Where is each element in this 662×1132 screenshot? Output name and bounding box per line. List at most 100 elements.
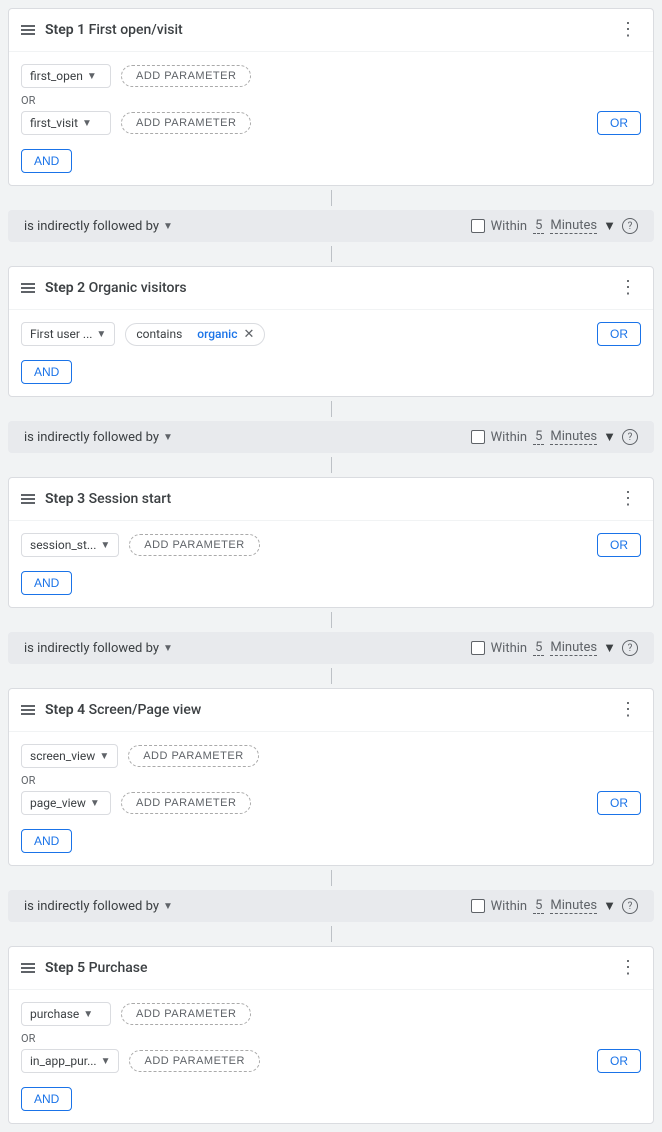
chevron-icon: ▼ <box>82 118 92 129</box>
chevron-unit-2: ▼ <box>603 429 616 445</box>
event-col-first-open: first_open ▼ ADD PARAMETER <box>21 64 641 88</box>
step-3-menu[interactable]: ⋮ <box>615 488 641 510</box>
first-open-dropdown[interactable]: first_open ▼ <box>21 64 111 88</box>
step-2-title: Step 2 Organic visitors <box>45 280 615 296</box>
line-2b <box>331 457 332 473</box>
add-param-btn-purchase[interactable]: ADD PARAMETER <box>121 1003 251 1025</box>
within-section-1: Within 5 Minutes ▼ ? <box>471 218 638 234</box>
event-row-purchase: purchase ▼ ADD PARAMETER <box>21 1002 641 1026</box>
connector-dropdown-3[interactable]: is indirectly followed by ▼ <box>24 641 173 656</box>
connector-dropdown-4[interactable]: is indirectly followed by ▼ <box>24 899 173 914</box>
chevron-connector-1: ▼ <box>163 221 173 232</box>
chevron-connector-3: ▼ <box>163 643 173 654</box>
chevron-icon: ▼ <box>96 329 106 340</box>
step-4-title: Step 4 Screen/Page view <box>45 702 615 718</box>
purchase-dropdown[interactable]: purchase ▼ <box>21 1002 111 1026</box>
help-icon-1[interactable]: ? <box>622 218 638 234</box>
or-button-step5[interactable]: OR <box>597 1049 641 1073</box>
event-col-screen-view: screen_view ▼ ADD PARAMETER <box>21 744 641 768</box>
and-button-step2[interactable]: AND <box>21 360 72 384</box>
event-row-first-user: First user ... ▼ contains organic ✕ OR <box>21 322 641 346</box>
help-icon-3[interactable]: ? <box>622 640 638 656</box>
step-3-header: Step 3 Session start ⋮ <box>9 478 653 521</box>
connector-dropdown-1[interactable]: is indirectly followed by ▼ <box>24 219 173 234</box>
first-user-dropdown[interactable]: First user ... ▼ <box>21 322 115 346</box>
drag-handle-step5[interactable] <box>21 963 35 973</box>
or-label-5: OR <box>21 1032 641 1045</box>
step-2-header: Step 2 Organic visitors ⋮ <box>9 267 653 310</box>
within-checkbox-1[interactable] <box>471 219 485 233</box>
and-button-step3[interactable]: AND <box>21 571 72 595</box>
and-button-step5[interactable]: AND <box>21 1087 72 1111</box>
chevron-icon: ▼ <box>87 71 97 82</box>
or-button-step1[interactable]: OR <box>597 111 641 135</box>
or-label-4: OR <box>21 774 641 787</box>
step-2-block: Step 2 Organic visitors ⋮ First user ...… <box>8 266 654 397</box>
step-1-header: Step 1 First open/visit ⋮ <box>9 9 653 52</box>
add-param-btn-first-visit[interactable]: ADD PARAMETER <box>121 112 251 134</box>
chevron-connector-4: ▼ <box>163 901 173 912</box>
event-col-purchase: purchase ▼ ADD PARAMETER <box>21 1002 641 1026</box>
add-param-btn-screen-view[interactable]: ADD PARAMETER <box>128 745 258 767</box>
line-1b <box>331 246 332 262</box>
screen-view-dropdown[interactable]: screen_view ▼ <box>21 744 118 768</box>
within-checkbox-3[interactable] <box>471 641 485 655</box>
step-5-body: purchase ▼ ADD PARAMETER OR in_app_pur..… <box>9 990 653 1123</box>
line-3 <box>331 612 332 628</box>
help-icon-4[interactable]: ? <box>622 898 638 914</box>
within-checkbox-2[interactable] <box>471 430 485 444</box>
step-5-block: Step 5 Purchase ⋮ purchase ▼ ADD PARAMET… <box>8 946 654 1124</box>
event-col-session-start: session_st... ▼ ADD PARAMETER <box>21 533 597 557</box>
chevron-unit-1: ▼ <box>603 218 616 234</box>
within-section-4: Within 5 Minutes ▼ ? <box>471 898 638 914</box>
drag-handle-step3[interactable] <box>21 494 35 504</box>
add-param-btn-page-view[interactable]: ADD PARAMETER <box>121 792 251 814</box>
event-col-first-visit: first_visit ▼ ADD PARAMETER <box>21 111 597 135</box>
drag-handle-step4[interactable] <box>21 705 35 715</box>
within-section-2: Within 5 Minutes ▼ ? <box>471 429 638 445</box>
or-button-step4[interactable]: OR <box>597 791 641 815</box>
step-2-body: First user ... ▼ contains organic ✕ OR A… <box>9 310 653 396</box>
line-3b <box>331 668 332 684</box>
add-param-btn-in-app-purchase[interactable]: ADD PARAMETER <box>129 1050 259 1072</box>
add-param-btn-session[interactable]: ADD PARAMETER <box>129 534 259 556</box>
remove-organic-tag[interactable]: ✕ <box>243 327 254 342</box>
in-app-purchase-dropdown[interactable]: in_app_pur... ▼ <box>21 1049 119 1073</box>
help-icon-2[interactable]: ? <box>622 429 638 445</box>
chevron-unit-3: ▼ <box>603 640 616 656</box>
step-5-header: Step 5 Purchase ⋮ <box>9 947 653 990</box>
connector-dropdown-2[interactable]: is indirectly followed by ▼ <box>24 430 173 445</box>
drag-handle-step2[interactable] <box>21 283 35 293</box>
step-1-block: Step 1 First open/visit ⋮ first_open ▼ A… <box>8 8 654 186</box>
step-4-block: Step 4 Screen/Page view ⋮ screen_view ▼ … <box>8 688 654 866</box>
connector-bar-4: is indirectly followed by ▼ Within 5 Min… <box>8 890 654 922</box>
page-view-dropdown[interactable]: page_view ▼ <box>21 791 111 815</box>
session-start-dropdown[interactable]: session_st... ▼ <box>21 533 119 557</box>
or-button-step3[interactable]: OR <box>597 533 641 557</box>
step-4-menu[interactable]: ⋮ <box>615 699 641 721</box>
vertical-connector-1 <box>0 186 662 210</box>
event-row-in-app-purchase: in_app_pur... ▼ ADD PARAMETER OR <box>21 1049 641 1073</box>
and-button-step4[interactable]: AND <box>21 829 72 853</box>
chevron-icon: ▼ <box>101 1056 111 1067</box>
line-1 <box>331 190 332 206</box>
within-checkbox-4[interactable] <box>471 899 485 913</box>
add-param-btn-first-open[interactable]: ADD PARAMETER <box>121 65 251 87</box>
step-3-title: Step 3 Session start <box>45 491 615 507</box>
step-5-title: Step 5 Purchase <box>45 960 615 976</box>
drag-handle-step1[interactable] <box>21 25 35 35</box>
step-1-menu[interactable]: ⋮ <box>615 19 641 41</box>
chevron-icon: ▼ <box>90 798 100 809</box>
first-visit-dropdown[interactable]: first_visit ▼ <box>21 111 111 135</box>
step-5-menu[interactable]: ⋮ <box>615 957 641 979</box>
step-4-body: screen_view ▼ ADD PARAMETER OR page_view… <box>9 732 653 865</box>
chevron-icon: ▼ <box>83 1009 93 1020</box>
event-col-first-user: First user ... ▼ contains organic ✕ <box>21 322 597 346</box>
step-1-body: first_open ▼ ADD PARAMETER OR first_visi… <box>9 52 653 185</box>
and-button-step1[interactable]: AND <box>21 149 72 173</box>
vertical-connector-3 <box>0 608 662 632</box>
chevron-connector-2: ▼ <box>163 432 173 443</box>
or-button-step2[interactable]: OR <box>597 322 641 346</box>
line-4b <box>331 926 332 942</box>
step-2-menu[interactable]: ⋮ <box>615 277 641 299</box>
